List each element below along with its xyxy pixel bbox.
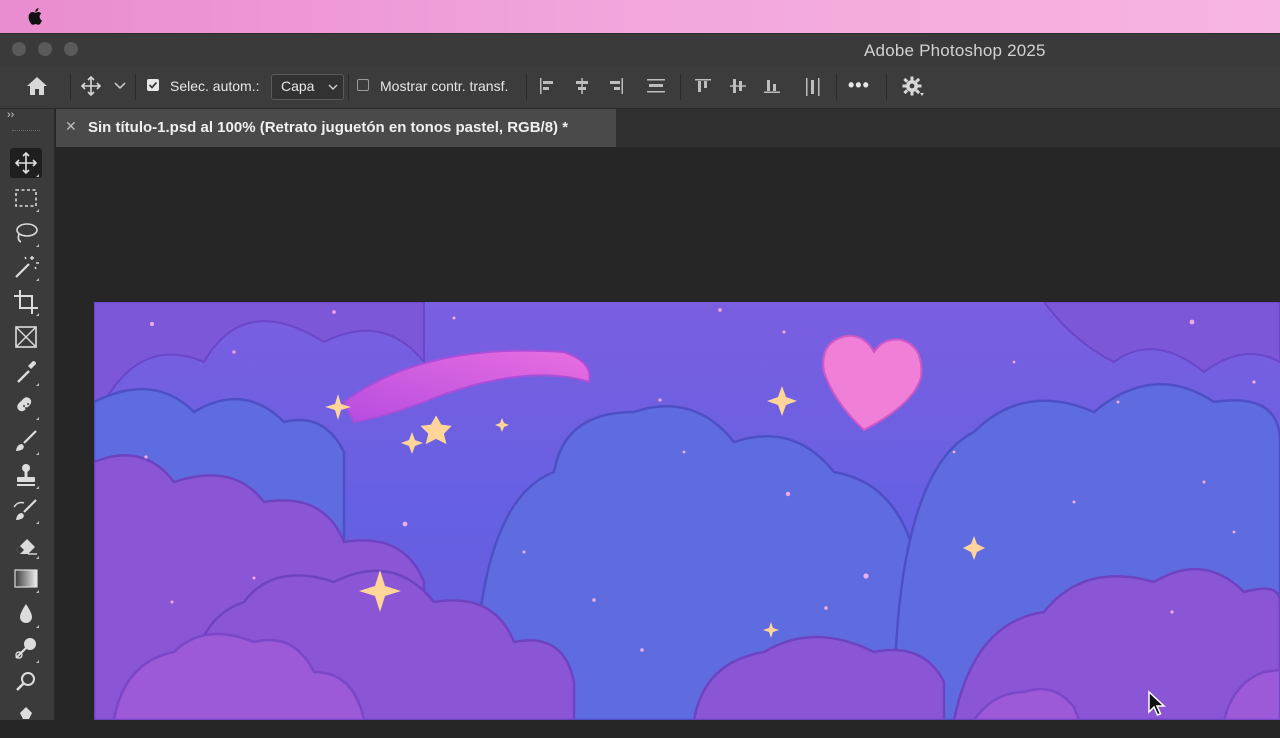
eraser-tool[interactable] xyxy=(10,530,42,560)
gear-icon[interactable] xyxy=(901,75,925,99)
align-bottom-icon[interactable] xyxy=(763,77,781,95)
rectangular-marquee-icon xyxy=(15,189,39,212)
eyedropper-icon xyxy=(17,361,39,386)
lasso-icon xyxy=(16,223,39,247)
layer-select-value: Capa xyxy=(281,78,315,94)
align-center-h-icon[interactable] xyxy=(573,77,591,95)
options-bar: Selec. autom.: Capa Mostrar contr. trans… xyxy=(0,66,1280,109)
document-tab-bar: ✕ Sin título-1.psd al 100% (Retrato jugu… xyxy=(56,109,1280,147)
auto-select-label: Selec. autom.: xyxy=(170,78,260,94)
eyedropper-tool[interactable] xyxy=(10,357,42,387)
chevron-down-icon[interactable] xyxy=(114,82,126,90)
apple-logo-icon[interactable] xyxy=(26,6,46,26)
mouse-cursor-icon xyxy=(1148,690,1166,716)
align-top-icon[interactable] xyxy=(694,77,712,95)
healing-brush-tool[interactable] xyxy=(10,391,42,421)
move-tool[interactable] xyxy=(10,148,42,178)
chevron-down-icon xyxy=(328,84,338,90)
panel-grip[interactable] xyxy=(12,130,40,133)
brush-icon xyxy=(16,430,39,455)
distribute-horizontal-icon[interactable] xyxy=(804,77,822,97)
layer-select[interactable]: Capa xyxy=(271,74,344,100)
pen-icon xyxy=(20,707,32,719)
close-window-button[interactable] xyxy=(12,42,26,56)
crop-tool[interactable] xyxy=(10,287,42,317)
align-middle-v-icon[interactable] xyxy=(729,77,747,95)
close-document-button[interactable]: ✕ xyxy=(65,118,77,135)
gradient-icon xyxy=(14,569,39,593)
document-canvas-artwork[interactable] xyxy=(94,302,1280,720)
frame-tool[interactable] xyxy=(10,322,42,352)
align-right-icon[interactable] xyxy=(607,77,625,95)
zoom-tool[interactable] xyxy=(10,668,42,698)
lasso-tool[interactable] xyxy=(10,218,42,248)
gradient-tool[interactable] xyxy=(10,564,42,594)
window-titlebar: Adobe Photoshop 2025 xyxy=(0,33,1280,66)
pastel-night-sky-illustration xyxy=(94,302,1280,720)
zoom-window-button[interactable] xyxy=(64,42,78,56)
marquee-tool[interactable] xyxy=(10,183,42,213)
stamp-icon xyxy=(17,464,39,489)
collapse-panel-button[interactable]: ›› xyxy=(7,109,14,121)
magnifier-icon xyxy=(16,672,35,691)
more-options-button[interactable]: ••• xyxy=(848,75,870,96)
tools-panel: ›› xyxy=(0,109,55,720)
distribute-vertical-icon[interactable] xyxy=(646,77,666,95)
document-tab-title: Sin título-1.psd al 100% (Retrato juguet… xyxy=(88,119,569,136)
dodge-icon xyxy=(15,638,39,663)
clone-stamp-tool[interactable] xyxy=(10,460,42,490)
show-transform-checkbox[interactable] xyxy=(357,79,369,91)
healing-bandage-icon xyxy=(17,397,39,420)
frame-icon xyxy=(15,326,37,348)
history-brush-tool[interactable] xyxy=(10,495,42,525)
macos-menubar xyxy=(0,0,1280,33)
dodge-tool[interactable] xyxy=(10,634,42,664)
align-left-icon[interactable] xyxy=(538,77,556,95)
document-tab[interactable]: ✕ Sin título-1.psd al 100% (Retrato jugu… xyxy=(56,109,616,147)
brush-tool[interactable] xyxy=(10,426,42,456)
blur-tool[interactable] xyxy=(10,599,42,629)
magic-wand-icon xyxy=(15,256,39,281)
pen-tool[interactable] xyxy=(10,703,42,733)
history-brush-icon xyxy=(13,499,39,524)
move-tool-icon[interactable] xyxy=(80,75,102,97)
water-drop-icon xyxy=(20,604,39,628)
eraser-icon xyxy=(16,539,39,559)
home-icon[interactable] xyxy=(26,76,48,96)
show-transform-label: Mostrar contr. transf. xyxy=(380,78,509,94)
crop-icon xyxy=(14,290,39,316)
app-title: Adobe Photoshop 2025 xyxy=(864,41,1046,60)
check-icon xyxy=(148,81,158,89)
move-tool-icon xyxy=(14,151,39,177)
minimize-window-button[interactable] xyxy=(38,42,52,56)
magic-wand-tool[interactable] xyxy=(10,252,42,282)
